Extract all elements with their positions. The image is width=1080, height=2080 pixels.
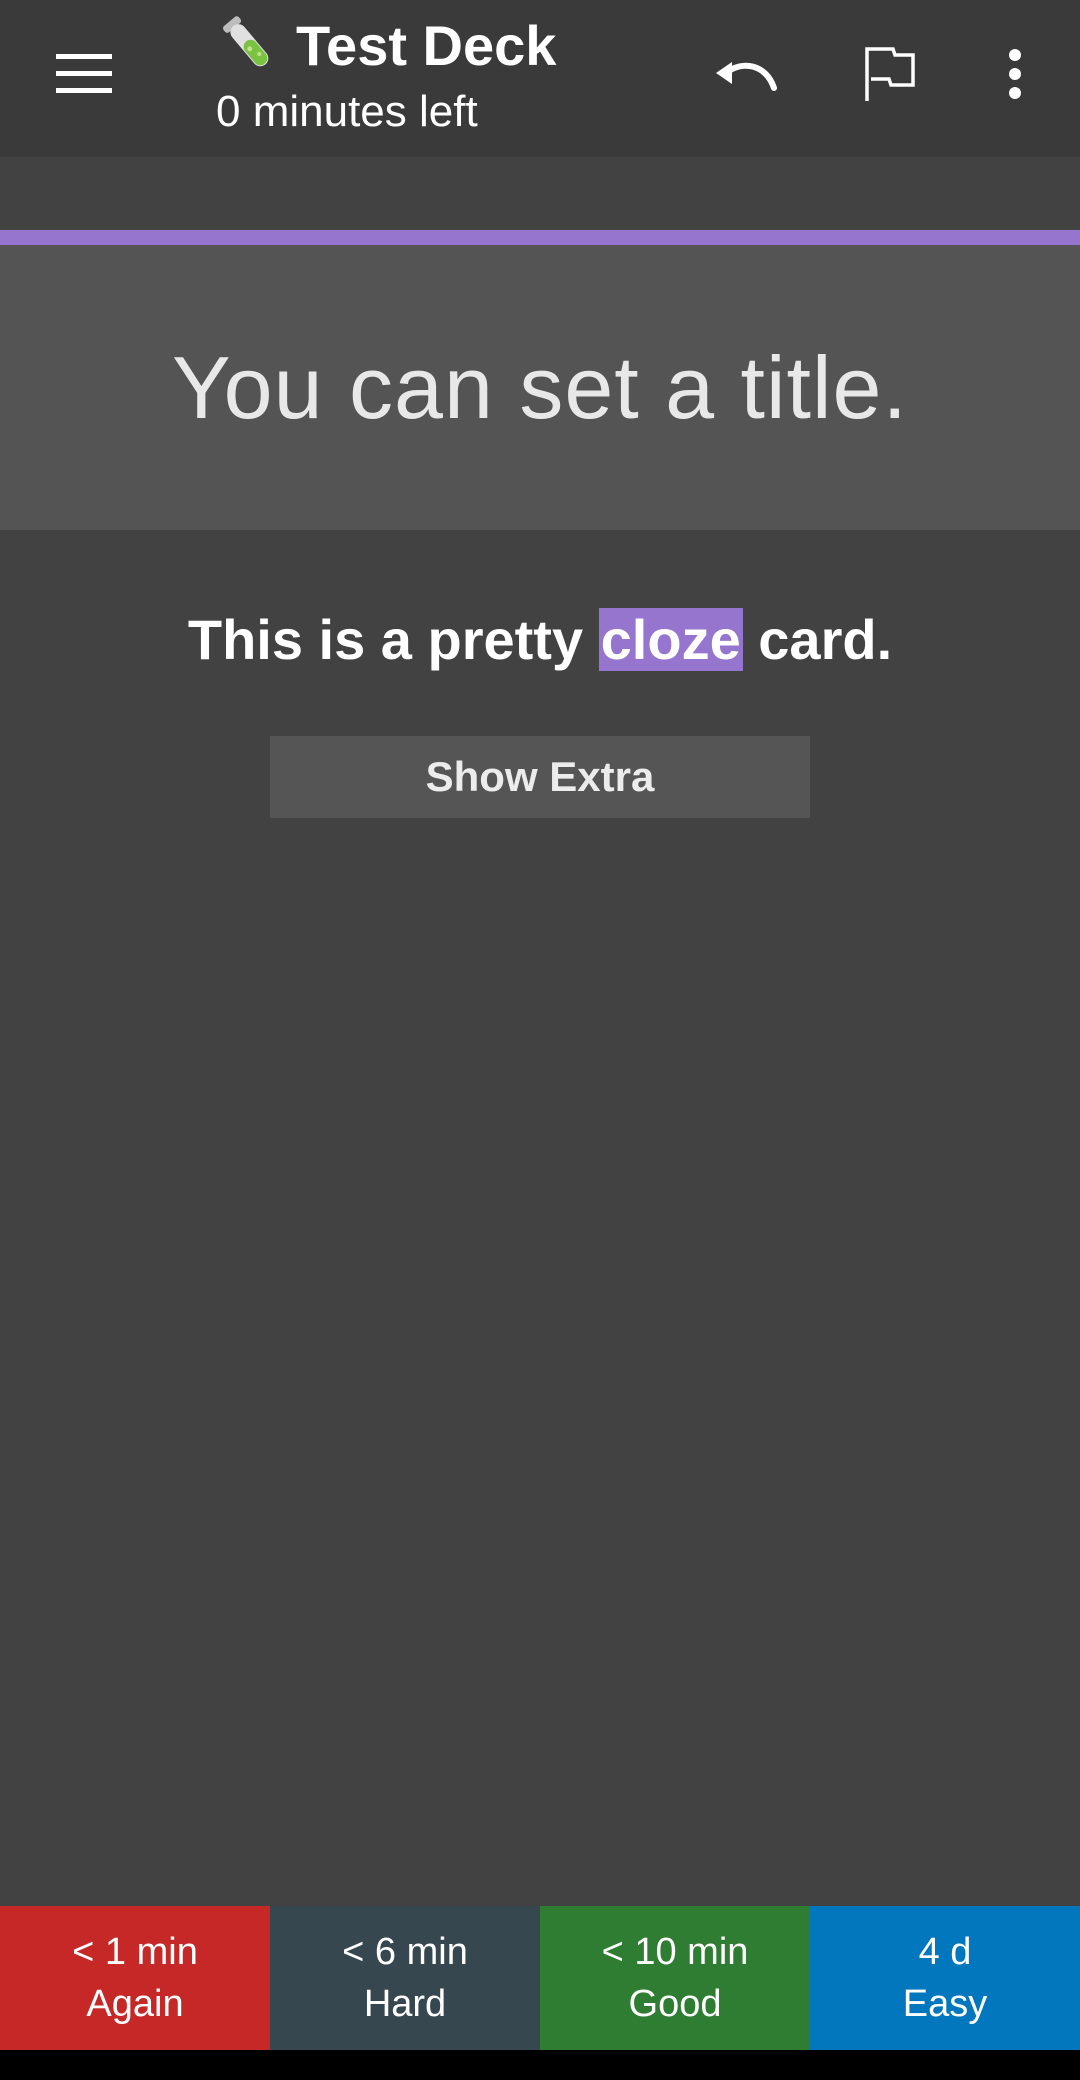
again-interval: < 1 min xyxy=(72,1931,198,1973)
more-options-button[interactable] xyxy=(980,34,1050,114)
reviewer-screen: Test Deck 0 minutes left You can set a t… xyxy=(0,0,1080,2080)
show-extra-button[interactable]: Show Extra xyxy=(270,736,810,818)
menu-button[interactable] xyxy=(34,34,134,114)
more-vert-icon xyxy=(1009,49,1021,99)
easy-interval: 4 d xyxy=(918,1931,972,1973)
again-button[interactable]: < 1 min Again xyxy=(0,1906,270,2050)
deck-title: Test Deck xyxy=(296,14,557,77)
hard-interval: < 6 min xyxy=(342,1931,468,1973)
good-interval: < 10 min xyxy=(601,1931,749,1973)
flag-button[interactable] xyxy=(845,34,935,114)
test-tube-icon xyxy=(222,16,269,67)
good-button[interactable]: < 10 min Good xyxy=(540,1906,810,2050)
cloze-deletion: cloze xyxy=(598,608,743,671)
easy-button[interactable]: 4 d Easy xyxy=(810,1906,1080,2050)
card-title: You can set a title. xyxy=(172,337,908,437)
toolbar: Test Deck 0 minutes left xyxy=(0,0,1080,157)
hard-label: Hard xyxy=(363,1983,447,2025)
hard-button[interactable]: < 6 min Hard xyxy=(270,1906,540,2050)
hamburger-menu-icon xyxy=(56,54,112,93)
good-label: Good xyxy=(628,1983,722,2025)
again-label: Again xyxy=(86,1983,184,2025)
accent-divider xyxy=(0,230,1080,245)
card-title-block: You can set a title. xyxy=(0,245,1080,530)
cloze-text-after: card. xyxy=(742,608,893,671)
navigation-bar-strip xyxy=(0,2050,1080,2080)
toolbar-title-area: Test Deck 0 minutes left xyxy=(216,8,656,140)
cloze-text-before: This is a pretty xyxy=(187,608,599,671)
cloze-sentence: This is a pretty cloze card. xyxy=(0,600,1080,680)
time-left-subtitle: 0 minutes left xyxy=(216,87,478,136)
flag-icon xyxy=(865,47,915,101)
undo-icon xyxy=(716,62,777,91)
undo-button[interactable] xyxy=(700,34,790,114)
easy-label: Easy xyxy=(902,1983,988,2025)
answer-buttons: < 1 min Again < 6 min Hard < 10 min Good… xyxy=(0,1906,1080,2050)
